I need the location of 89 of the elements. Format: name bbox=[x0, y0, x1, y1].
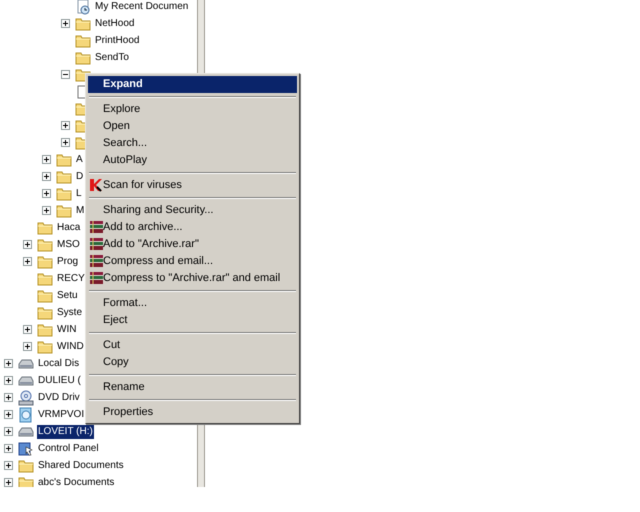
expand-toggle[interactable] bbox=[23, 342, 32, 351]
tree-item[interactable]: WIN bbox=[56, 322, 78, 336]
menu-item[interactable]: Compress and email... bbox=[88, 253, 297, 270]
folder-icon bbox=[56, 170, 72, 184]
menu-item[interactable]: Copy bbox=[88, 354, 297, 371]
tree-item[interactable]: VRMPVOI bbox=[37, 408, 86, 422]
expand-toggle[interactable] bbox=[23, 325, 32, 334]
disc-drive-icon bbox=[18, 390, 34, 406]
tree-item[interactable]: Control Panel bbox=[37, 442, 100, 456]
menu-item[interactable]: Properties bbox=[88, 404, 297, 421]
folder-icon bbox=[37, 220, 53, 234]
folder-icon bbox=[37, 288, 53, 302]
expand-toggle[interactable] bbox=[23, 257, 32, 266]
menu-item[interactable]: Open bbox=[88, 118, 297, 135]
folder-icon bbox=[37, 272, 53, 286]
menu-item[interactable]: Scan for viruses bbox=[88, 177, 297, 194]
tree-item[interactable]: SendTo bbox=[94, 50, 130, 64]
menu-item[interactable]: Rename bbox=[88, 379, 297, 396]
folder-icon bbox=[18, 458, 34, 472]
tree-item[interactable]: D bbox=[75, 170, 84, 184]
expand-toggle[interactable] bbox=[4, 444, 13, 453]
document-clock-icon bbox=[75, 0, 91, 14]
expand-toggle[interactable] bbox=[61, 138, 70, 147]
books-stack-icon bbox=[89, 254, 104, 268]
tree-item[interactable]: PrintHood bbox=[94, 34, 140, 48]
folder-icon bbox=[18, 476, 34, 487]
folder-icon bbox=[37, 340, 53, 354]
tree-item[interactable]: NetHood bbox=[94, 16, 136, 30]
tree-item[interactable]: Setu bbox=[56, 288, 79, 302]
tree-item[interactable]: MSO bbox=[56, 238, 81, 252]
menu-item[interactable]: Search... bbox=[88, 135, 297, 152]
folder-icon bbox=[56, 186, 72, 200]
menu-item[interactable]: Format... bbox=[88, 295, 297, 312]
drive-icon bbox=[18, 358, 34, 370]
tree-item[interactable]: M bbox=[75, 204, 86, 218]
expand-toggle[interactable] bbox=[61, 19, 70, 28]
expand-toggle[interactable] bbox=[4, 359, 13, 368]
menu-item[interactable]: Add to archive... bbox=[88, 219, 297, 236]
tree-item[interactable]: Local Dis bbox=[37, 356, 80, 370]
menu-item[interactable]: Sharing and Security... bbox=[88, 202, 297, 219]
expand-toggle[interactable] bbox=[4, 478, 13, 487]
tree-item[interactable]: My Recent Documen bbox=[94, 0, 190, 14]
folder-icon bbox=[75, 34, 91, 48]
menu-item[interactable]: Cut bbox=[88, 337, 297, 354]
tree-item[interactable]: L bbox=[75, 186, 83, 200]
folder-icon bbox=[37, 238, 53, 252]
tree-item[interactable]: Shared Documents bbox=[37, 458, 125, 472]
books-stack-icon bbox=[89, 237, 104, 251]
books-stack-icon bbox=[89, 271, 104, 285]
expand-toggle[interactable] bbox=[42, 155, 51, 164]
expand-toggle[interactable] bbox=[42, 206, 51, 215]
antivirus-icon bbox=[89, 178, 103, 192]
tree-item[interactable]: WIND bbox=[56, 340, 85, 354]
drive-icon bbox=[18, 426, 34, 438]
folder-icon bbox=[75, 50, 91, 64]
folder-icon bbox=[37, 306, 53, 320]
expand-toggle[interactable] bbox=[4, 410, 13, 419]
folder-icon bbox=[37, 254, 53, 268]
menu-item[interactable]: Compress to "Archive.rar" and email bbox=[88, 270, 297, 287]
expand-toggle[interactable] bbox=[4, 376, 13, 385]
tree-item[interactable]: DVD Driv bbox=[37, 390, 81, 404]
expand-toggle[interactable] bbox=[42, 172, 51, 181]
tree-item[interactable]: RECY bbox=[56, 272, 86, 286]
menu-item[interactable]: Expand bbox=[88, 76, 297, 93]
menu-item[interactable]: AutoPlay bbox=[88, 152, 297, 169]
tree-item[interactable]: Haca bbox=[56, 220, 82, 234]
tree-item[interactable]: LOVEIT (H:) bbox=[37, 424, 94, 438]
expand-toggle[interactable] bbox=[4, 427, 13, 436]
folder-icon bbox=[56, 204, 72, 218]
expand-toggle[interactable] bbox=[4, 393, 13, 402]
tree-item[interactable]: abc's Documents bbox=[37, 476, 116, 487]
books-stack-icon bbox=[89, 220, 104, 234]
tree-item[interactable]: Prog bbox=[56, 254, 80, 268]
tree-item[interactable]: A bbox=[75, 152, 84, 166]
control-panel-icon bbox=[18, 440, 34, 456]
tree-item[interactable]: Syste bbox=[56, 306, 84, 320]
folder-icon bbox=[75, 16, 91, 30]
drive-icon bbox=[18, 374, 34, 386]
menu-item[interactable]: Add to "Archive.rar" bbox=[88, 236, 297, 253]
menu-item[interactable]: Explore bbox=[88, 101, 297, 118]
menu-item[interactable]: Eject bbox=[88, 312, 297, 329]
expand-toggle[interactable] bbox=[4, 461, 13, 470]
expand-toggle[interactable] bbox=[42, 189, 51, 198]
expand-toggle[interactable] bbox=[23, 240, 32, 249]
tree-item[interactable]: DULIEU ( bbox=[37, 374, 82, 388]
expand-toggle[interactable] bbox=[61, 121, 70, 130]
collapse-toggle[interactable] bbox=[61, 70, 70, 79]
folder-icon bbox=[37, 322, 53, 336]
folder-icon bbox=[56, 152, 72, 166]
